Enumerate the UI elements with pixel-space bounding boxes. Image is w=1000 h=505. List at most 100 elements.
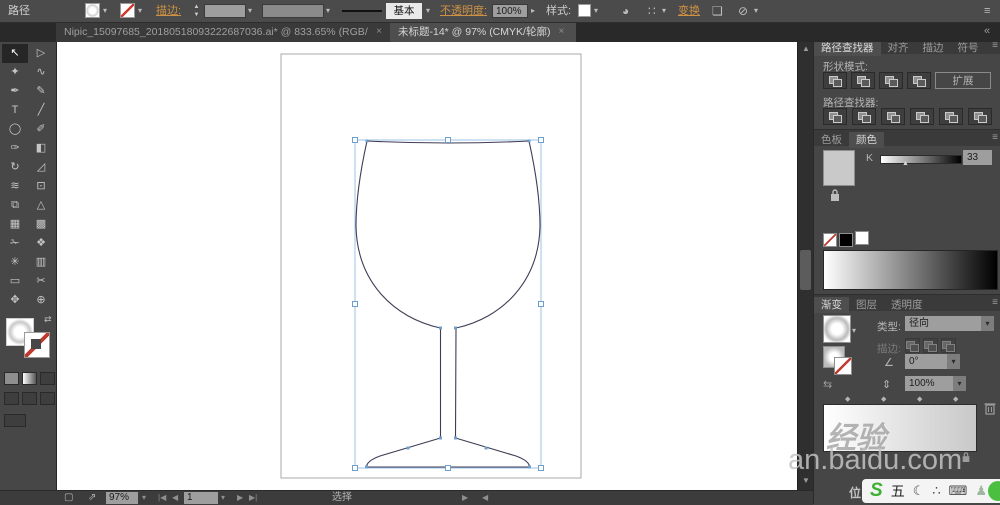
- select-similar-caret-icon[interactable]: ▾: [754, 0, 758, 22]
- symbol-sprayer-tool[interactable]: ✳: [2, 253, 28, 272]
- screen-mode-button[interactable]: [4, 414, 26, 427]
- perspective-grid-tool[interactable]: △: [28, 196, 54, 215]
- width-tool[interactable]: ≋: [2, 177, 28, 196]
- control-panel-menu-icon[interactable]: ≡: [984, 0, 990, 22]
- tab-gradient[interactable]: 渐变: [814, 297, 849, 313]
- select-similar-icon[interactable]: ⊘: [738, 0, 748, 22]
- type-tool[interactable]: T: [2, 101, 28, 120]
- none-button[interactable]: [40, 372, 55, 385]
- document-tab[interactable]: Nipic_15097685_20180518093222687036.ai* …: [56, 22, 390, 42]
- panel-menu-icon[interactable]: ≡: [992, 132, 998, 143]
- scale-tool[interactable]: ◿: [28, 158, 54, 177]
- shape-tool[interactable]: ◯: [2, 120, 28, 139]
- next-artboard-icon[interactable]: ▶: [237, 491, 243, 505]
- lasso-tool[interactable]: ∿: [28, 63, 54, 82]
- tab-stroke[interactable]: 描边: [916, 40, 951, 56]
- gradient-angle-caret-icon[interactable]: ▾: [947, 354, 960, 369]
- gradient-tool[interactable]: ▩: [28, 215, 54, 234]
- curvature-tool[interactable]: ✎: [28, 82, 54, 101]
- merge-button[interactable]: [881, 108, 905, 125]
- brush-definition-dropdown[interactable]: 基本: [386, 3, 422, 19]
- white-swatch[interactable]: [855, 231, 869, 245]
- sparkle-icon[interactable]: ∴: [932, 483, 940, 499]
- prev-artboard-icon[interactable]: ◀: [172, 491, 178, 505]
- paintbrush-tool[interactable]: ✐: [28, 120, 54, 139]
- artboard-number-field[interactable]: 1: [184, 492, 218, 504]
- stroke-weight-stepper[interactable]: ▲ ▼: [192, 4, 201, 18]
- vertical-scroll-thumb[interactable]: [800, 250, 811, 290]
- scroll-down-icon[interactable]: ▼: [798, 476, 814, 485]
- panel-menu-icon[interactable]: ≡: [992, 297, 998, 308]
- blend-tool[interactable]: ❖: [28, 234, 54, 253]
- draw-inside-button[interactable]: [40, 392, 55, 405]
- last-artboard-icon[interactable]: ▶|: [249, 491, 257, 505]
- color-button[interactable]: [4, 372, 19, 385]
- unite-button[interactable]: [823, 72, 847, 89]
- opacity-caret-icon[interactable]: ▸: [531, 0, 535, 22]
- black-swatch[interactable]: [839, 233, 853, 247]
- stroke-along-button[interactable]: [923, 338, 938, 353]
- fill-color-swatch[interactable]: [85, 3, 100, 18]
- gradient-button[interactable]: [22, 372, 37, 385]
- draw-normal-button[interactable]: [4, 392, 19, 405]
- zoom-tool[interactable]: ⊕: [28, 291, 54, 310]
- pencil-tool[interactable]: ✑: [2, 139, 28, 158]
- align-icon[interactable]: ∷: [648, 0, 656, 22]
- stroke-weight-field[interactable]: [204, 4, 246, 18]
- scroll-up-icon[interactable]: ▲: [798, 44, 814, 53]
- fill-caret-icon[interactable]: ▾: [103, 0, 107, 22]
- trim-button[interactable]: [852, 108, 876, 125]
- reverse-gradient-icon[interactable]: ⇆: [823, 378, 832, 391]
- free-transform-tool[interactable]: ⊡: [28, 177, 54, 196]
- document-tab-active[interactable]: 未标题-14* @ 97% (CMYK/轮廓) ×: [390, 22, 576, 42]
- export-icon[interactable]: ⇗: [88, 491, 96, 505]
- gradient-angle-field[interactable]: 0°: [905, 354, 947, 369]
- collapse-dock-icon[interactable]: «: [984, 25, 990, 37]
- tab-swatches[interactable]: 色板: [814, 132, 849, 148]
- zoom-level-field[interactable]: 97%: [106, 492, 138, 504]
- opacity-link[interactable]: 不透明度:: [440, 0, 487, 22]
- gradient-thumbnail[interactable]: [823, 315, 851, 343]
- canvas[interactable]: [56, 42, 797, 490]
- crop-button[interactable]: [910, 108, 934, 125]
- opacity-field[interactable]: 100%: [492, 4, 528, 18]
- gradient-thumb-caret-icon[interactable]: ▾: [852, 320, 856, 342]
- k-value-field[interactable]: 33: [963, 150, 992, 165]
- k-slider-track[interactable]: [880, 155, 962, 164]
- tab-color[interactable]: 颜色: [849, 132, 884, 148]
- shape-builder-tool[interactable]: ⧉: [2, 196, 28, 215]
- tab-layers[interactable]: 图层: [849, 297, 884, 313]
- gradient-type-dropdown[interactable]: 径向: [905, 316, 981, 331]
- rotate-tool[interactable]: ↻: [2, 158, 28, 177]
- gradient-midpoint-icon[interactable]: ◆: [881, 395, 886, 403]
- stroke-panel-link[interactable]: 描边:: [156, 0, 181, 22]
- zoom-caret-icon[interactable]: ▾: [142, 491, 146, 505]
- recolor-artwork-icon[interactable]: ◕: [622, 0, 629, 22]
- selection-tool[interactable]: ↖: [2, 44, 28, 63]
- tab-transparency[interactable]: 透明度: [884, 297, 930, 313]
- gradient-midpoint-icon[interactable]: ◆: [953, 395, 958, 403]
- column-graph-tool[interactable]: ▥: [28, 253, 54, 272]
- current-color-swatch[interactable]: [823, 150, 855, 186]
- gradient-type-caret-icon[interactable]: ▾: [981, 316, 994, 331]
- minus-front-button[interactable]: [851, 72, 875, 89]
- expand-button[interactable]: 扩展: [935, 72, 991, 89]
- style-caret-icon[interactable]: ▾: [594, 0, 598, 22]
- isolate-selected-icon[interactable]: ❏: [712, 0, 723, 22]
- moon-icon[interactable]: ☾: [913, 483, 925, 499]
- mesh-tool[interactable]: ▦: [2, 215, 28, 234]
- keyboard-icon[interactable]: ⌨: [949, 483, 968, 499]
- outline-button[interactable]: [939, 108, 963, 125]
- k-slider-thumb[interactable]: ▲: [902, 160, 909, 167]
- style-swatch[interactable]: [578, 4, 591, 17]
- tab-align[interactable]: 对齐: [881, 40, 916, 56]
- draw-behind-button[interactable]: [22, 392, 37, 405]
- gradient-aspect-caret-icon[interactable]: ▾: [953, 376, 966, 391]
- gradient-midpoint-icon[interactable]: ◆: [917, 395, 922, 403]
- close-tab-icon[interactable]: ×: [558, 22, 564, 42]
- hscroll-left-icon[interactable]: ◀: [482, 491, 488, 505]
- sogou-logo-icon[interactable]: S: [870, 480, 883, 502]
- ime-mode-label[interactable]: 五: [891, 481, 905, 501]
- eyedropper-tool[interactable]: ✁: [2, 234, 28, 253]
- gradient-stroke-proxy[interactable]: [834, 357, 852, 375]
